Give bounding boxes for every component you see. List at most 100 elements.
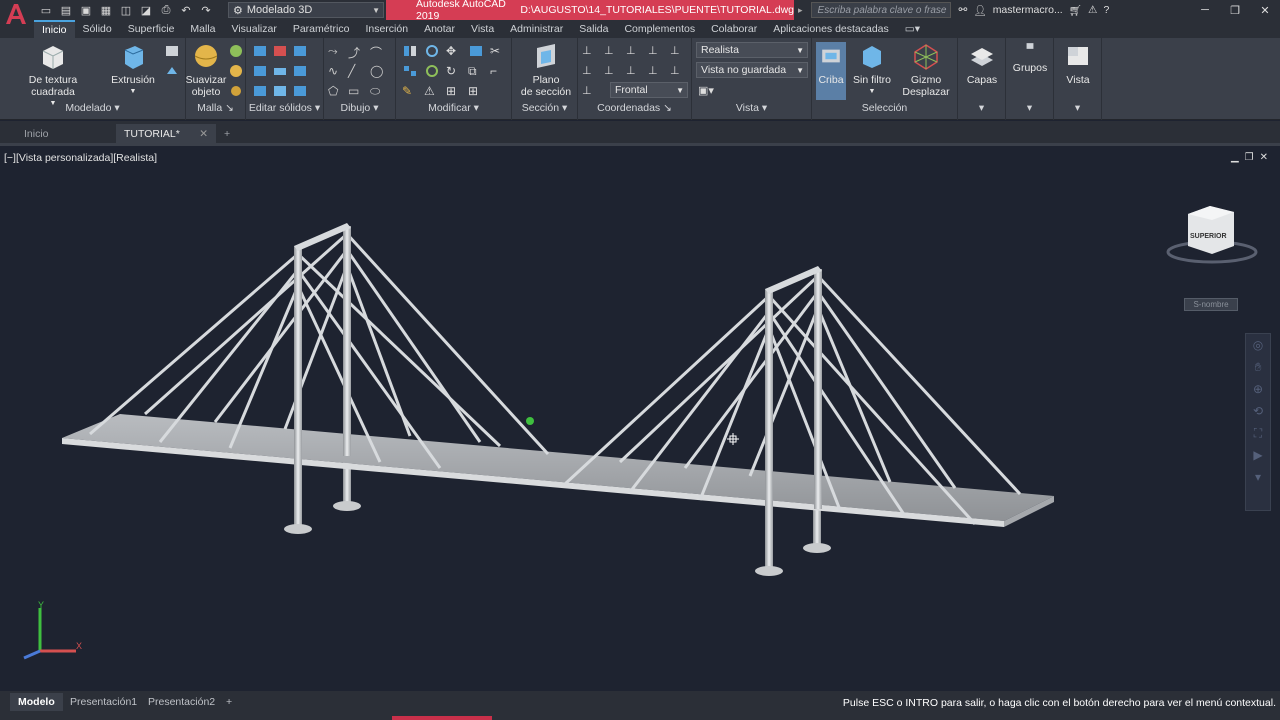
restore-icon[interactable]: ❐ xyxy=(1220,0,1250,20)
tab-parametrico[interactable]: Paramétrico xyxy=(285,20,358,38)
doc-tab-tutorial[interactable]: TUTORIAL* ✕ xyxy=(116,124,216,143)
smooth-object-button[interactable]: Suavizar objeto xyxy=(186,42,226,98)
explode-icon[interactable]: ⊞ xyxy=(446,84,462,98)
thicken-icon[interactable] xyxy=(272,64,288,78)
close-icon[interactable]: ✕ xyxy=(1250,0,1280,20)
wcs-menu[interactable]: S-nombre xyxy=(1184,298,1238,311)
orbit-icon[interactable]: ⟲ xyxy=(1246,400,1270,422)
mesh-smooth-less-icon[interactable] xyxy=(228,64,244,78)
scale-icon[interactable]: ⧉ xyxy=(468,64,484,78)
binoculars-icon[interactable]: ⚯ xyxy=(959,4,968,16)
expand-search-icon[interactable]: ▸ xyxy=(798,5,803,16)
tab-salida[interactable]: Salida xyxy=(571,20,616,38)
panel-label-vista[interactable]: Vista ▾ xyxy=(692,102,811,118)
shell-icon[interactable] xyxy=(272,84,288,98)
save-icon[interactable]: ▣ xyxy=(78,2,94,18)
array-icon[interactable]: ⊞ xyxy=(468,84,484,98)
minimize-icon[interactable]: ─ xyxy=(1190,0,1220,20)
panel-label-seleccion[interactable]: Selección xyxy=(812,102,957,118)
new-tab-icon[interactable]: + xyxy=(220,124,238,143)
tab-vista[interactable]: Vista xyxy=(463,20,502,38)
check-icon[interactable] xyxy=(292,84,308,98)
3drotate-icon[interactable] xyxy=(424,64,440,78)
ucs-view-icon[interactable]: ⊥ xyxy=(626,64,642,78)
tab-aplicaciones[interactable]: Aplicaciones destacadas xyxy=(765,20,897,38)
viewport-config-icon[interactable]: ▣▾ xyxy=(698,84,714,98)
save-web-icon[interactable]: ◪ xyxy=(138,2,154,18)
drawing-viewport[interactable]: [−][Vista personalizada][Realista] ▁ ❐ ✕ xyxy=(0,143,1280,691)
save-as-icon[interactable]: ▦ xyxy=(98,2,114,18)
search-input[interactable]: Escriba palabra clave o frase xyxy=(810,2,951,18)
no-filter-button[interactable]: Sin filtro ▼ xyxy=(850,42,894,98)
zoom-extents-icon[interactable]: ⛶ xyxy=(1246,422,1270,444)
tab-anotar[interactable]: Anotar xyxy=(416,20,463,38)
3dalign-icon[interactable]: ⚠ xyxy=(424,84,440,98)
section-plane-button[interactable]: Plano de sección xyxy=(518,42,574,98)
open-web-icon[interactable]: ◫ xyxy=(118,2,134,18)
move-icon[interactable]: ✥ xyxy=(446,44,462,58)
align-icon[interactable] xyxy=(402,44,418,58)
panel-capas-expand[interactable]: ▾ xyxy=(958,102,1005,118)
tab-visualizar[interactable]: Visualizar xyxy=(224,20,285,38)
undo-icon[interactable]: ↶ xyxy=(178,2,194,18)
doc-tab-inicio[interactable]: Inicio xyxy=(16,124,114,143)
tab-administrar[interactable]: Administrar xyxy=(502,20,571,38)
ribbon-options-icon[interactable]: ▭▾ xyxy=(897,20,928,38)
box-button[interactable]: De textura cuadrada ▼ xyxy=(8,42,98,110)
bridge-model[interactable]: Y X SUPERIOR xyxy=(0,146,1280,694)
view-button[interactable]: Vista xyxy=(1060,42,1096,86)
arc-icon[interactable]: ⌒ xyxy=(370,44,386,60)
separate-icon[interactable] xyxy=(252,84,268,98)
ucs-object-icon[interactable]: ⊥ xyxy=(604,64,620,78)
ucs-y-icon[interactable]: ⊥ xyxy=(648,44,664,58)
panel-label-coordenadas[interactable]: Coordenadas ↘ xyxy=(578,102,691,118)
mesh-smooth-more-icon[interactable] xyxy=(228,44,244,58)
groups-button[interactable]: Grupos xyxy=(1010,42,1050,74)
tab-malla[interactable]: Malla xyxy=(182,20,223,38)
panel-label-modelado[interactable]: Modelado ▾ xyxy=(0,102,185,118)
imprint-icon[interactable] xyxy=(292,64,308,78)
rectangle-icon[interactable]: ▭ xyxy=(348,84,364,98)
tab-insercion[interactable]: Inserción xyxy=(357,20,416,38)
steering-wheel-icon[interactable]: ◎ xyxy=(1246,334,1270,356)
subtract-icon[interactable] xyxy=(272,44,288,58)
ucs-x-icon[interactable]: ⊥ xyxy=(626,44,642,58)
ucs-world-icon[interactable]: ⊥ xyxy=(604,44,620,58)
tab-modelo[interactable]: Modelo xyxy=(10,693,63,711)
tab-superficie[interactable]: Superficie xyxy=(120,20,183,38)
named-view-dropdown[interactable]: Vista no guardada ▼ xyxy=(696,62,808,78)
extrude-button[interactable]: Extrusión ▼ xyxy=(108,42,158,98)
intersect-icon[interactable] xyxy=(292,44,308,58)
3dmove-icon[interactable] xyxy=(424,44,440,58)
tab-complementos[interactable]: Complementos xyxy=(616,20,703,38)
showmotion-icon[interactable]: ▶ xyxy=(1246,444,1270,466)
ucs-icon[interactable]: ⊥ xyxy=(582,44,598,58)
panel-vista-2-expand[interactable]: ▾ xyxy=(1054,102,1101,118)
rotate-icon[interactable]: ↻ xyxy=(446,64,462,78)
smooth-solid-icon[interactable] xyxy=(164,44,180,58)
panel-label-seccion[interactable]: Sección ▾ xyxy=(512,102,577,118)
ucs-face-icon[interactable]: ⊥ xyxy=(582,64,598,78)
3darray-icon[interactable] xyxy=(402,64,418,78)
ucs-previous-icon[interactable]: ⊥ xyxy=(582,84,598,98)
new-file-icon[interactable]: ▭ xyxy=(38,2,54,18)
viewcube[interactable]: SUPERIOR xyxy=(1166,206,1258,264)
tab-colaborar[interactable]: Colaborar xyxy=(703,20,765,38)
circle-icon[interactable]: ◯ xyxy=(370,64,386,78)
ucs-origin-icon[interactable]: ⊥ xyxy=(648,64,664,78)
union-icon[interactable] xyxy=(252,44,268,58)
exchange-icon[interactable]: ⚠ xyxy=(1088,4,1097,16)
open-file-icon[interactable]: ▤ xyxy=(58,2,74,18)
tab-solido[interactable]: Sólido xyxy=(75,20,120,38)
ucs-z-icon[interactable]: ⊥ xyxy=(670,44,686,58)
close-tab-icon[interactable]: ✕ xyxy=(199,128,208,140)
ellipse-icon[interactable]: ⬭ xyxy=(370,84,386,98)
spline-icon[interactable]: ∿ xyxy=(328,64,344,78)
help-icon[interactable]: ? xyxy=(1103,4,1109,16)
gizmo-button[interactable]: Gizmo Desplazar xyxy=(898,42,954,98)
ucs-view-dropdown[interactable]: Frontal ▼ xyxy=(610,82,688,98)
redo-icon[interactable]: ↷ xyxy=(198,2,214,18)
panel-label-dibujo[interactable]: Dibujo ▾ xyxy=(324,102,395,118)
panel-label-editar-solidos[interactable]: Editar sólidos ▾ xyxy=(246,102,323,118)
polyline-icon[interactable]: ⤳ xyxy=(328,44,344,58)
